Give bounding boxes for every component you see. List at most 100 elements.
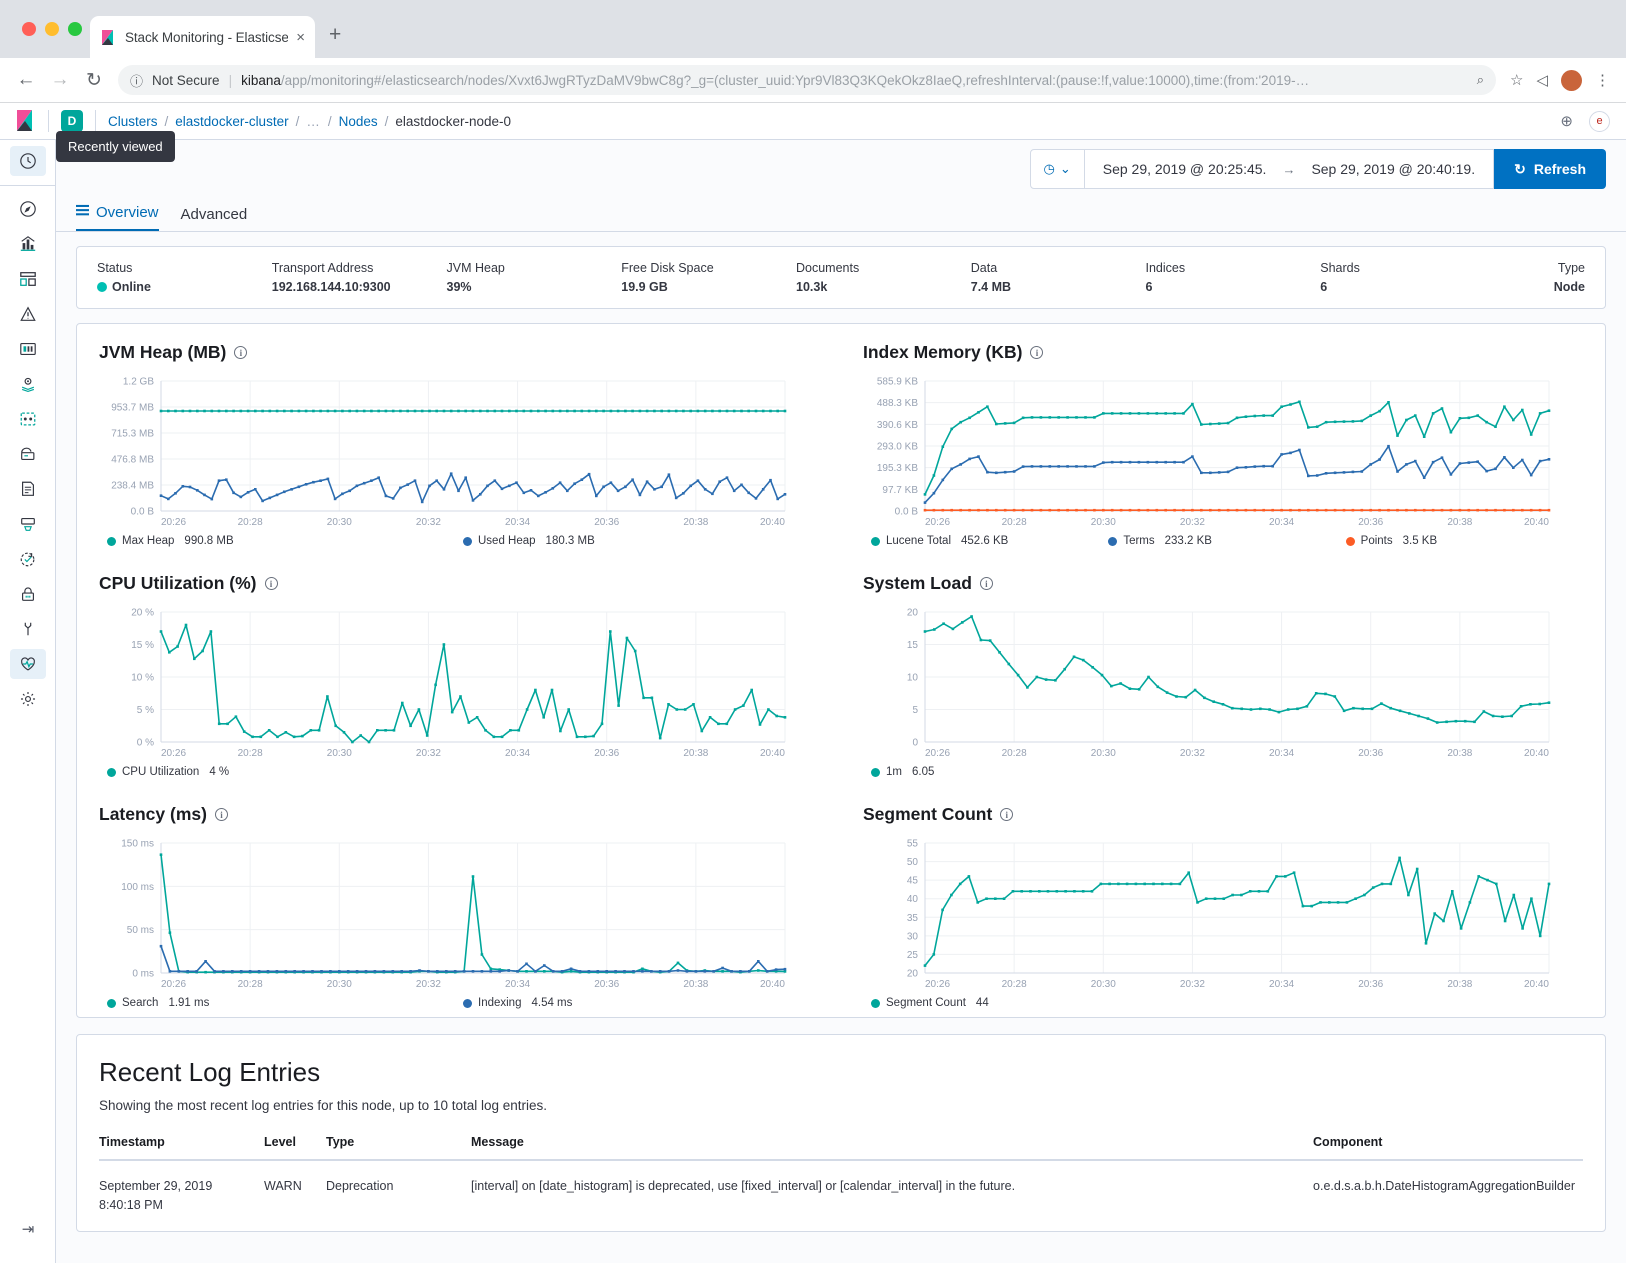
breadcrumb-nodes[interactable]: Nodes [339, 114, 378, 129]
legend-item-terms[interactable]: Terms 233.2 KB [1108, 535, 1345, 547]
breadcrumb-clusters[interactable]: Clusters [108, 114, 158, 129]
profile-avatar[interactable] [1561, 69, 1582, 91]
breadcrumb-sep-3: / [327, 113, 332, 129]
info-icon[interactable]: i [264, 577, 278, 590]
legend-value: 6.05 [911, 766, 935, 778]
legend-name: CPU Utilization [122, 766, 200, 778]
kibana-logo-icon[interactable] [16, 110, 36, 132]
col-level[interactable]: Level [264, 1135, 326, 1161]
info-icon[interactable]: i [979, 577, 993, 590]
col-message[interactable]: Message [471, 1135, 1314, 1161]
globe-icon[interactable]: ⊕ [1560, 112, 1573, 130]
breadcrumb-cluster[interactable]: elastdocker-cluster [175, 114, 288, 129]
sidebar-item-discover[interactable] [10, 194, 46, 224]
table-row[interactable]: September 29, 2019 8:40:18 PM WARN Depreca… [99, 1160, 1583, 1231]
sidebar-item-alerts[interactable] [10, 299, 46, 329]
system-load-legend: 1m 6.05 [863, 766, 1583, 778]
jvm-heap-plot[interactable]: 0.0 B 238.4 MB 476.8 MB 715.3 MB 953.7 MB 1.2… [99, 373, 819, 531]
col-component[interactable]: Component [1313, 1135, 1583, 1161]
logs-subtitle: Showing the most recent log entries for … [99, 1098, 548, 1113]
tab-advanced[interactable]: Advanced [181, 206, 248, 231]
bookmark-star-icon[interactable]: ☆ [1510, 71, 1523, 89]
system-load-plot[interactable]: 0 5 10 15 20 20:26 20:28 20:30 20:32 20:34 20:36 20… [863, 604, 1583, 762]
svg-text:0 ms: 0 ms [132, 969, 154, 980]
user-avatar[interactable]: e [1589, 110, 1610, 132]
latency-plot[interactable]: 0 ms 50 ms 100 ms 150 ms 20:26 20:28 20:30 20:3… [99, 835, 819, 993]
collapse-icon[interactable]: ⇥ [10, 1214, 46, 1244]
sidebar-item-management[interactable] [10, 684, 46, 714]
svg-text:5 %: 5 % [137, 705, 154, 716]
sidebar-item-security[interactable] [10, 579, 46, 609]
info-icon[interactable]: i [1030, 346, 1044, 359]
reload-icon[interactable]: ↻ [84, 69, 104, 92]
summary-jvm-value: 39% [446, 280, 472, 294]
sidebar-item-canvas[interactable] [10, 334, 46, 364]
legend-item-max-heap[interactable]: Max Heap 990.8 MB [107, 535, 463, 547]
date-range[interactable]: Sep 29, 2019 @ 20:25:45. → Sep 29, 2019 … [1085, 161, 1493, 177]
svg-text:20:28: 20:28 [1002, 979, 1027, 990]
sidebar-item-machine-learning[interactable] [10, 404, 46, 434]
sidebar-item-apm[interactable] [10, 509, 46, 539]
legend-item-indexing[interactable]: Indexing 4.54 ms [463, 997, 819, 1009]
legend-dot-icon [107, 536, 116, 546]
info-icon[interactable]: i [1000, 808, 1014, 821]
sidebar-item-visualize[interactable] [10, 229, 46, 259]
browser-menu-icon[interactable]: ⋮ [1595, 71, 1610, 89]
quick-select-button[interactable]: ◷ ⌄ [1031, 150, 1085, 188]
legend-item-1m[interactable]: 1m 6.05 [871, 766, 934, 778]
refresh-button[interactable]: ↻ Refresh [1494, 149, 1606, 189]
close-icon[interactable]: × [296, 30, 305, 45]
start-date[interactable]: Sep 29, 2019 @ 20:25:45. [1103, 161, 1267, 177]
space-avatar[interactable]: D [61, 110, 83, 132]
sidebar-item-recently-viewed[interactable] [9, 146, 46, 176]
legend-item-segment-count[interactable]: Segment Count 44 [871, 997, 989, 1009]
sidebar-item-stack-monitoring[interactable] [9, 649, 46, 679]
svg-text:0.0 B: 0.0 B [131, 507, 155, 518]
end-date[interactable]: Sep 29, 2019 @ 20:40:19. [1311, 161, 1475, 177]
legend-dot-icon [463, 998, 472, 1008]
legend-item-search[interactable]: Search 1.91 ms [107, 997, 463, 1009]
cpu-utilization-title-text: CPU Utilization (%) [99, 573, 257, 593]
sidebar-item-infrastructure[interactable] [10, 439, 46, 469]
pocket-icon[interactable]: ◁ [1536, 71, 1548, 89]
maximize-window-button[interactable] [68, 22, 82, 36]
index-memory-plot[interactable]: 0.0 B 97.7 KB 195.3 KB 293.0 KB 390.6 KB 488.… [863, 373, 1583, 531]
breadcrumb-ellipsis[interactable]: … [306, 114, 321, 129]
legend-item-points[interactable]: Points 3.5 KB [1345, 535, 1583, 547]
back-icon[interactable]: ← [16, 69, 36, 91]
window-controls[interactable] [22, 22, 82, 36]
sidebar-item-uptime[interactable] [10, 544, 46, 574]
minimize-window-button[interactable] [45, 22, 59, 36]
col-type[interactable]: Type [326, 1135, 471, 1161]
svg-text:20:30: 20:30 [1091, 748, 1116, 759]
system-load-title: System Load i [863, 573, 1583, 594]
sidebar-item-maps[interactable] [10, 369, 46, 399]
svg-text:20:40: 20:40 [760, 748, 785, 759]
tab-overview[interactable]: Overview [76, 204, 159, 231]
log-timestamp: September 29, 2019 8:40:18 PM [99, 1179, 213, 1212]
segment-count-plot[interactable]: 20 25 30 35 40 45 50 55 20:26 20:28 20:30 20:32 20:3… [863, 835, 1583, 993]
new-tab-button[interactable]: + [329, 23, 341, 47]
sidebar-item-logs[interactable] [10, 474, 46, 504]
close-window-button[interactable] [22, 22, 36, 36]
latency-title: Latency (ms) i [99, 804, 819, 825]
info-icon[interactable]: i [214, 808, 228, 821]
url-input[interactable]: ⓘ Not Secure | kibana/app/monitoring#/el… [118, 65, 1496, 95]
sidebar-item-dashboard[interactable] [10, 264, 46, 294]
rail-collapse-button[interactable]: ⇥ [0, 1214, 56, 1249]
legend-item-lucene-total[interactable]: Lucene Total 452.6 KB [871, 535, 1108, 547]
tab-overview-label: Overview [96, 204, 159, 221]
legend-item-used-heap[interactable]: Used Heap 180.3 MB [463, 535, 819, 547]
info-circle-icon[interactable]: ⓘ [130, 71, 143, 90]
sidebar-item-dev-tools[interactable] [10, 614, 46, 644]
svg-text:45: 45 [907, 876, 919, 887]
url-text: kibana/app/monitoring#/elasticsearch/nod… [241, 73, 1468, 88]
info-icon[interactable]: i [234, 346, 248, 359]
date-picker[interactable]: ◷ ⌄ Sep 29, 2019 @ 20:25:45. → Sep 29, 2… [1029, 149, 1495, 189]
browser-tab[interactable]: Stack Monitoring - Elasticsearc × [90, 16, 315, 58]
cpu-utilization-plot[interactable]: 0 % 5 % 10 % 15 % 20 % 20:26 20:28 20:30 20:32 20… [99, 604, 819, 762]
col-timestamp[interactable]: Timestamp [99, 1135, 264, 1161]
index-memory-title-text: Index Memory (KB) [863, 342, 1023, 362]
legend-item-cpu-utilization[interactable]: CPU Utilization 4 % [107, 766, 229, 778]
search-icon[interactable]: ⌕ [1477, 72, 1484, 88]
